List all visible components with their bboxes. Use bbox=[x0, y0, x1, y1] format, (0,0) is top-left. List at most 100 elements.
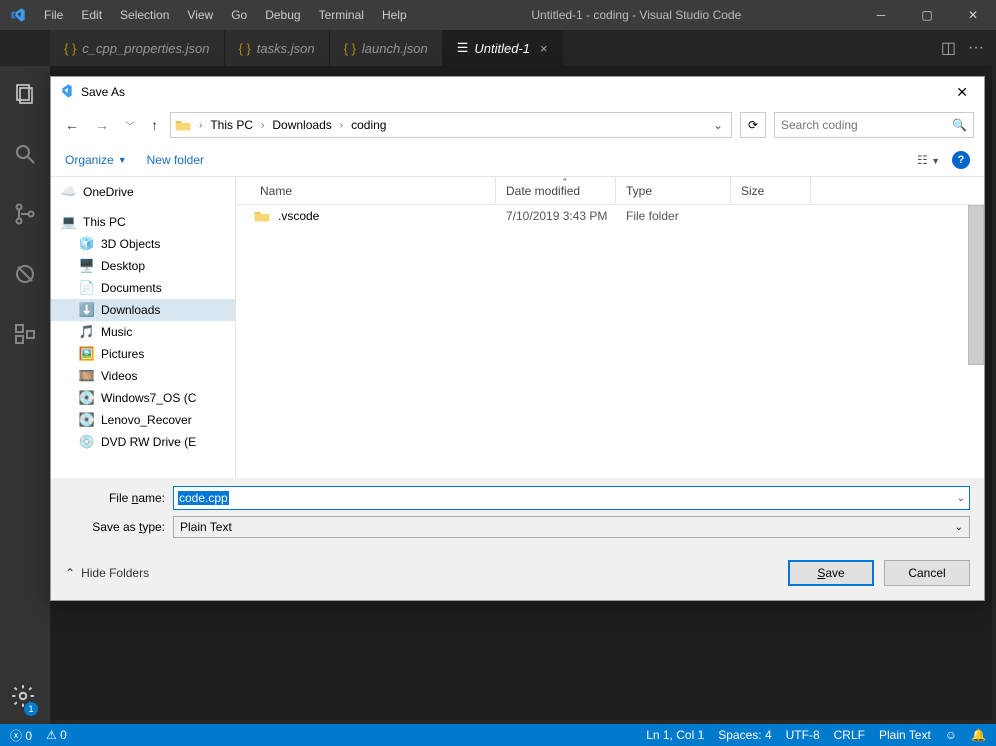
computer-icon: 💻 bbox=[61, 214, 77, 230]
menu-go[interactable]: Go bbox=[223, 4, 255, 26]
crumb-downloads[interactable]: Downloads bbox=[270, 118, 333, 132]
cloud-icon: ☁️ bbox=[61, 184, 77, 200]
tree-thispc[interactable]: 💻 This PC bbox=[51, 211, 235, 233]
status-encoding[interactable]: UTF-8 bbox=[786, 728, 820, 742]
tree-label: Pictures bbox=[101, 347, 144, 361]
col-type[interactable]: Type bbox=[616, 177, 731, 204]
col-size[interactable]: Size bbox=[731, 177, 811, 204]
nav-recent-button[interactable]: ﹀ bbox=[121, 118, 139, 133]
hide-folders-label: Hide Folders bbox=[81, 566, 149, 580]
dialog-body: ☁️ OneDrive 💻 This PC 🧊3D Objects 🖥️Deskto… bbox=[51, 177, 984, 478]
close-window-button[interactable]: ✕ bbox=[950, 0, 996, 30]
json-icon: { } bbox=[344, 41, 356, 56]
folder-tree[interactable]: ☁️ OneDrive 💻 This PC 🧊3D Objects 🖥️Deskto… bbox=[51, 177, 236, 478]
tree-pictures[interactable]: 🖼️Pictures bbox=[51, 343, 235, 365]
organize-button[interactable]: Organize ▼ bbox=[65, 153, 127, 167]
chevron-right-icon[interactable]: › bbox=[334, 120, 349, 131]
status-eol[interactable]: CRLF bbox=[834, 728, 865, 742]
tree-label: OneDrive bbox=[83, 185, 134, 199]
search-box[interactable]: 🔍 bbox=[774, 112, 974, 138]
dialog-nav: ← → ﹀ ↑ › This PC › Downloads › coding ⌄… bbox=[51, 107, 984, 143]
tree-onedrive[interactable]: ☁️ OneDrive bbox=[51, 181, 235, 203]
tab-launch-json[interactable]: { }launch.json bbox=[330, 30, 443, 66]
status-bar: ⓧ 0 ⚠ 0 Ln 1, Col 1 Spaces: 4 UTF-8 CRLF… bbox=[0, 724, 996, 746]
dropdown-icon[interactable]: ⌄ bbox=[957, 493, 965, 504]
dialog-close-button[interactable]: ✕ bbox=[946, 84, 978, 101]
status-spaces[interactable]: Spaces: 4 bbox=[718, 728, 771, 742]
extensions-icon[interactable] bbox=[0, 314, 50, 354]
window-title: Untitled-1 - coding - Visual Studio Code bbox=[415, 8, 858, 22]
tree-label: DVD RW Drive (E bbox=[101, 435, 196, 449]
menu-edit[interactable]: Edit bbox=[73, 4, 110, 26]
scrollbar-thumb[interactable] bbox=[968, 205, 984, 365]
status-warnings[interactable]: ⚠ 0 bbox=[46, 728, 67, 742]
col-name[interactable]: Name bbox=[236, 177, 496, 204]
notifications-icon[interactable]: 🔔 bbox=[971, 728, 986, 742]
tree-label: This PC bbox=[83, 215, 126, 229]
menu-debug[interactable]: Debug bbox=[257, 4, 308, 26]
json-icon: { } bbox=[64, 41, 76, 56]
dialog-title: Save As bbox=[81, 85, 125, 99]
tree-label: Documents bbox=[101, 281, 162, 295]
menu-selection[interactable]: Selection bbox=[112, 4, 177, 26]
tree-documents[interactable]: 📄Documents bbox=[51, 277, 235, 299]
dropdown-icon[interactable]: ⌄ bbox=[955, 522, 963, 533]
menu-terminal[interactable]: Terminal bbox=[311, 4, 372, 26]
cancel-button[interactable]: Cancel bbox=[884, 560, 970, 586]
tree-drive-c[interactable]: 💽Windows7_OS (C bbox=[51, 387, 235, 409]
refresh-button[interactable]: ⟳ bbox=[740, 112, 766, 138]
nav-forward-button[interactable]: → bbox=[91, 117, 113, 133]
menu-file[interactable]: File bbox=[36, 4, 71, 26]
maximize-button[interactable]: ▢ bbox=[904, 0, 950, 30]
explorer-icon[interactable] bbox=[0, 74, 50, 114]
nav-up-button[interactable]: ↑ bbox=[147, 117, 162, 133]
status-language[interactable]: Plain Text bbox=[879, 728, 931, 742]
file-row[interactable]: .vscode 7/10/2019 3:43 PM File folder bbox=[236, 205, 984, 227]
settings-gear[interactable]: 1 bbox=[10, 683, 36, 714]
tree-label: Lenovo_Recover bbox=[101, 413, 192, 427]
saveastype-select[interactable]: Plain Text ⌄ bbox=[173, 516, 970, 538]
search-input[interactable] bbox=[781, 118, 952, 132]
source-control-icon[interactable] bbox=[0, 194, 50, 234]
split-editor-icon[interactable]: ◫ bbox=[941, 38, 956, 58]
breadcrumb-bar[interactable]: › This PC › Downloads › coding ⌄ bbox=[170, 112, 732, 138]
json-icon: { } bbox=[239, 41, 251, 56]
warning-count: 0 bbox=[60, 728, 67, 742]
tree-drive-recovery[interactable]: 💽Lenovo_Recover bbox=[51, 409, 235, 431]
search-icon[interactable] bbox=[0, 134, 50, 174]
col-date[interactable]: Date modified bbox=[496, 177, 616, 204]
tree-downloads[interactable]: ⬇️Downloads bbox=[51, 299, 235, 321]
menu-help[interactable]: Help bbox=[374, 4, 415, 26]
status-lncol[interactable]: Ln 1, Col 1 bbox=[646, 728, 704, 742]
tab-untitled-1[interactable]: ☰ Untitled-1 × bbox=[443, 30, 563, 66]
chevron-right-icon[interactable]: › bbox=[255, 120, 270, 131]
tab-c-cpp-properties[interactable]: { }c_cpp_properties.json bbox=[50, 30, 225, 66]
hide-folders-toggle[interactable]: ⌃ Hide Folders bbox=[65, 566, 149, 580]
status-errors[interactable]: ⓧ 0 bbox=[10, 727, 32, 744]
view-options-button[interactable]: ☷ ▼ bbox=[917, 153, 940, 167]
menu-view[interactable]: View bbox=[179, 4, 221, 26]
save-button[interactable]: Save bbox=[788, 560, 874, 586]
breadcrumb-dropdown-icon[interactable]: ⌄ bbox=[707, 118, 729, 132]
new-folder-button[interactable]: New folder bbox=[147, 153, 204, 167]
desktop-icon: 🖥️ bbox=[79, 258, 95, 274]
tree-dvd-drive[interactable]: 💿DVD RW Drive (E bbox=[51, 431, 235, 453]
chevron-right-icon[interactable]: › bbox=[193, 120, 208, 131]
tree-desktop[interactable]: 🖥️Desktop bbox=[51, 255, 235, 277]
help-button[interactable]: ? bbox=[952, 151, 970, 169]
tab-tasks-json[interactable]: { }tasks.json bbox=[225, 30, 330, 66]
crumb-coding[interactable]: coding bbox=[349, 118, 388, 132]
crumb-thispc[interactable]: This PC bbox=[208, 118, 255, 132]
debug-icon[interactable] bbox=[0, 254, 50, 294]
close-tab-icon[interactable]: × bbox=[540, 41, 548, 56]
tree-3dobjects[interactable]: 🧊3D Objects bbox=[51, 233, 235, 255]
tree-music[interactable]: 🎵Music bbox=[51, 321, 235, 343]
filename-input[interactable]: code.cpp ⌄ bbox=[173, 486, 970, 510]
file-type: File folder bbox=[616, 209, 731, 223]
nav-back-button[interactable]: ← bbox=[61, 117, 83, 133]
more-actions-icon[interactable]: ··· bbox=[968, 39, 984, 57]
tree-videos[interactable]: 🎞️Videos bbox=[51, 365, 235, 387]
minimize-button[interactable]: ─ bbox=[858, 0, 904, 30]
feedback-icon[interactable]: ☺ bbox=[945, 728, 957, 742]
update-badge: 1 bbox=[24, 702, 38, 716]
